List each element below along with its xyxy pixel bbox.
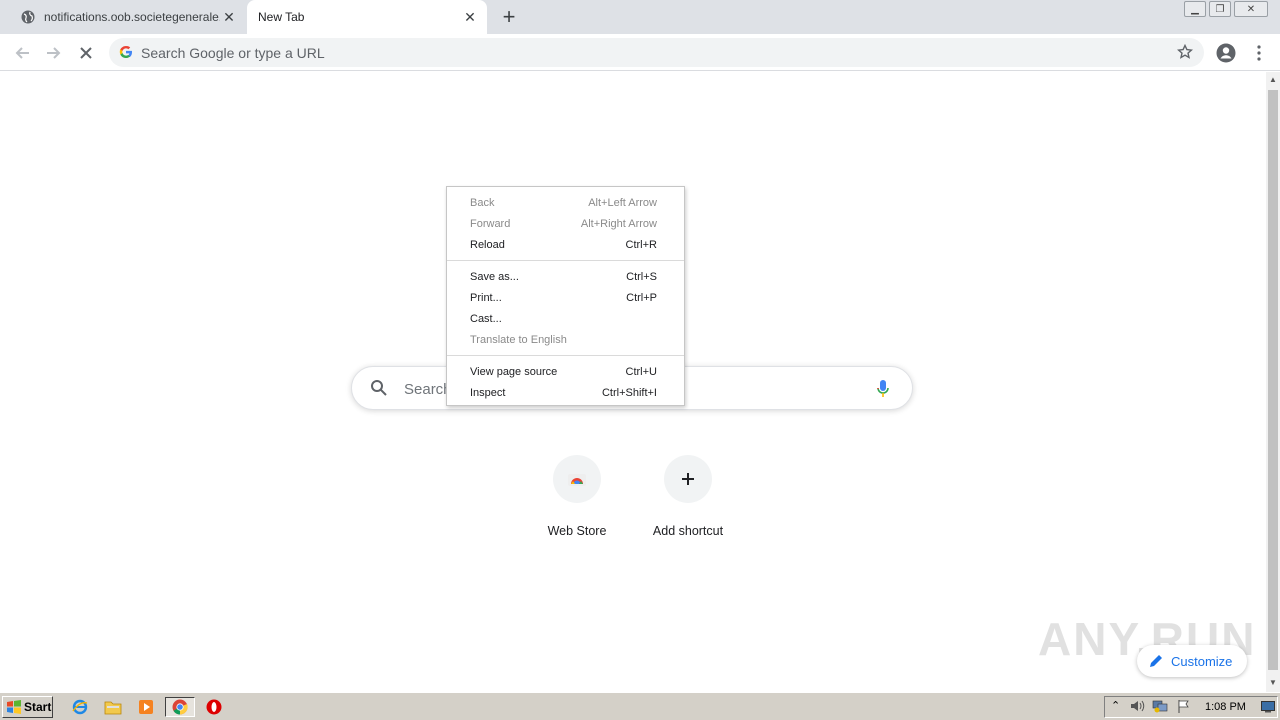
menu-separator (447, 355, 684, 356)
menu-separator (447, 260, 684, 261)
close-icon (80, 47, 92, 59)
windows-taskbar: Start ⌃ 1:08 PM (0, 692, 1280, 720)
tab-strip: notifications.oob.societegenerale.fr ✕ N… (0, 0, 1280, 34)
system-tray: ⌃ 1:08 PM (1104, 696, 1278, 718)
show-hidden-icons-icon[interactable]: ⌃ (1111, 699, 1120, 712)
menu-item-shortcut: Alt+Left Arrow (588, 197, 657, 209)
menu-item-label: Back (470, 197, 495, 209)
scroll-down-icon[interactable]: ▼ (1269, 678, 1277, 687)
stop-button[interactable] (74, 41, 98, 65)
arrow-right-icon (47, 47, 61, 59)
shortcut-label: Add shortcut (652, 524, 724, 538)
microphone-icon[interactable] (876, 379, 890, 404)
tab-new-tab[interactable]: New Tab ✕ (247, 0, 487, 34)
windows-flag-icon (7, 700, 21, 714)
ie-icon[interactable] (69, 697, 91, 717)
vertical-scrollbar[interactable]: ▲ ▼ (1266, 72, 1280, 692)
account-icon (1216, 43, 1236, 63)
scroll-thumb[interactable] (1268, 90, 1278, 670)
omnibox-input[interactable] (141, 43, 1141, 63)
customize-label: Customize (1171, 653, 1233, 669)
clock[interactable]: 1:08 PM (1205, 701, 1246, 713)
menu-item-forward[interactable]: Forward Alt+Right Arrow (447, 213, 684, 234)
tab-label: New Tab (258, 10, 305, 24)
menu-item-translate-to-english[interactable]: Translate to English (447, 329, 684, 350)
menu-item-shortcut: Ctrl+R (625, 239, 657, 251)
close-icon[interactable]: ✕ (461, 8, 479, 26)
customize-button[interactable]: Customize (1137, 645, 1247, 677)
window-close-button[interactable]: ✕ (1234, 1, 1268, 17)
bookmark-star-icon[interactable] (1176, 43, 1194, 65)
forward-button[interactable] (42, 41, 66, 65)
action-center-flag-icon[interactable] (1177, 699, 1191, 718)
volume-icon[interactable] (1129, 699, 1145, 718)
arrow-left-icon (15, 47, 29, 59)
explorer-folder-icon[interactable] (102, 697, 124, 717)
network-icon[interactable] (1152, 699, 1168, 718)
menu-item-save-as[interactable]: Save as... Ctrl+S (447, 266, 684, 287)
menu-item-label: Reload (470, 239, 505, 251)
show-desktop-icon[interactable] (1261, 700, 1275, 718)
webstore-icon (553, 455, 601, 503)
globe-icon (20, 9, 36, 25)
toolbar (0, 34, 1280, 71)
profile-button[interactable] (1214, 41, 1238, 65)
new-tab-button[interactable]: + (498, 6, 520, 28)
menu-item-print[interactable]: Print... Ctrl+P (447, 287, 684, 308)
menu-item-shortcut: Ctrl+Shift+I (601, 387, 657, 399)
tab-societegenerale[interactable]: notifications.oob.societegenerale.fr ✕ (10, 0, 246, 34)
scroll-up-icon[interactable]: ▲ (1269, 75, 1277, 84)
pencil-icon (1150, 655, 1162, 667)
shortcut-add[interactable]: Add shortcut (632, 455, 744, 545)
menu-item-cast[interactable]: Cast... (447, 308, 684, 329)
close-icon[interactable]: ✕ (220, 8, 238, 26)
back-button[interactable] (10, 41, 34, 65)
menu-item-shortcut: Ctrl+P (626, 292, 657, 304)
tab-label: notifications.oob.societegenerale.fr (44, 10, 220, 24)
menu-item-label: Print... (470, 292, 502, 304)
menu-item-reload[interactable]: Reload Ctrl+R (447, 234, 684, 255)
menu-item-label: Cast... (470, 313, 502, 325)
opera-icon[interactable] (203, 697, 225, 717)
plus-icon (664, 455, 712, 503)
start-label: Start (24, 700, 52, 714)
search-icon (370, 379, 388, 402)
shortcut-label: Web Store (547, 524, 607, 538)
restore-button[interactable]: ❐ (1209, 1, 1231, 17)
start-button[interactable]: Start (2, 696, 53, 718)
menu-item-shortcut: Alt+Right Arrow (580, 218, 657, 230)
menu-item-label: Forward (470, 218, 511, 230)
minimize-button[interactable]: ▁ (1184, 1, 1206, 17)
menu-item-shortcut: Ctrl+U (625, 366, 657, 378)
menu-item-label: View page source (470, 366, 558, 378)
menu-item-view-page-source[interactable]: View page source Ctrl+U (447, 361, 684, 382)
media-player-icon[interactable] (135, 697, 157, 717)
menu-item-inspect[interactable]: Inspect Ctrl+Shift+I (447, 382, 684, 403)
chrome-icon[interactable] (165, 697, 195, 717)
menu-item-label: Inspect (470, 387, 506, 399)
menu-item-label: Save as... (470, 271, 519, 283)
menu-item-label: Translate to English (470, 334, 567, 346)
menu-item-shortcut: Ctrl+S (626, 271, 657, 283)
omnibox[interactable] (109, 38, 1204, 67)
shortcut-web-store[interactable]: Web Store (521, 455, 633, 545)
google-g-icon (119, 45, 133, 64)
menu-button[interactable] (1247, 41, 1271, 65)
menu-item-back[interactable]: Back Alt+Left Arrow (447, 192, 684, 213)
context-menu: Back Alt+Left Arrow Forward Alt+Right Arrow… (446, 186, 685, 406)
more-vert-icon (1257, 45, 1261, 61)
